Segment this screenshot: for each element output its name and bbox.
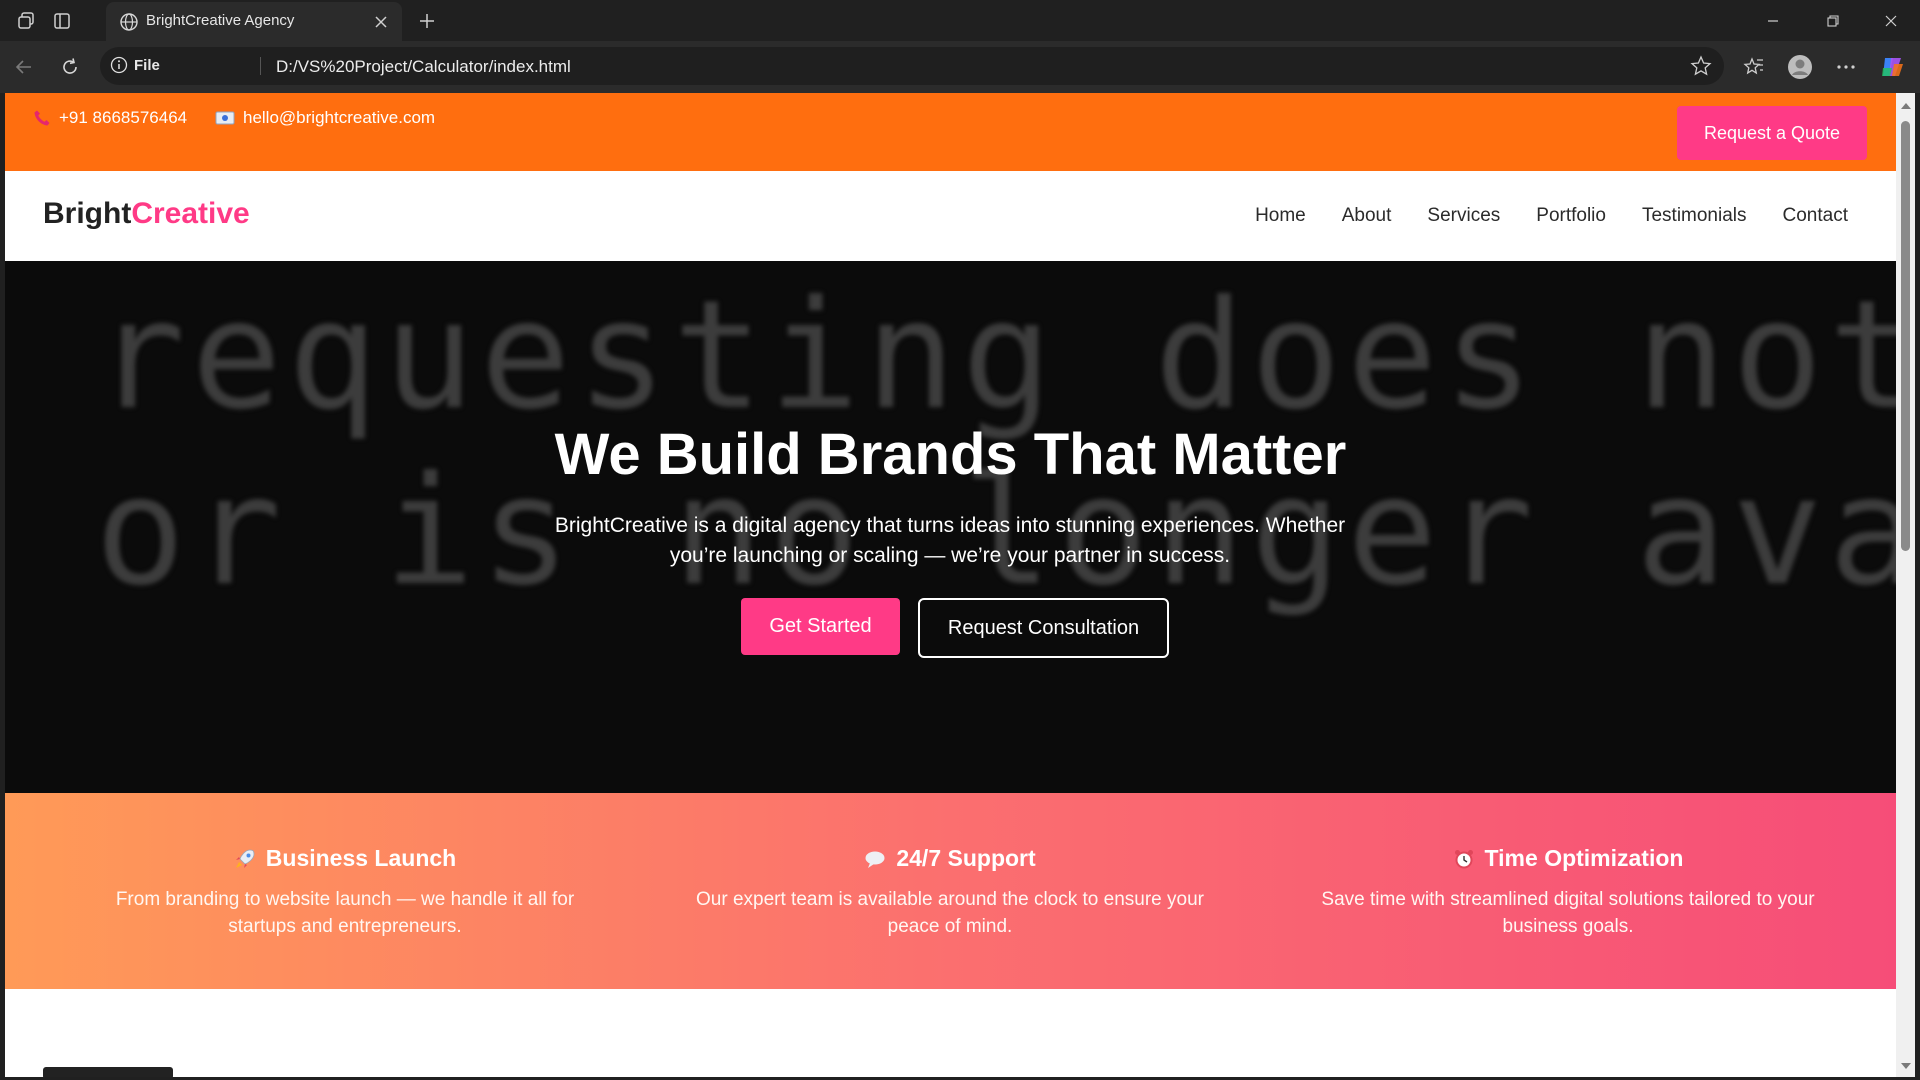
feature-card: 24/7 Support Our expert team is availabl…: [670, 793, 1230, 940]
get-started-button[interactable]: Get Started: [741, 598, 900, 655]
close-window-icon[interactable]: [1868, 5, 1914, 37]
page-scrollbar[interactable]: [1896, 93, 1915, 1077]
logo-text-bright: Bright: [43, 197, 132, 230]
nav-link-contact[interactable]: Contact: [1783, 205, 1848, 227]
brand-logo[interactable]: BrightCreative: [43, 197, 250, 231]
phone-contact[interactable]: +91 8668576464: [33, 108, 187, 128]
restore-icon[interactable]: [1810, 5, 1856, 37]
nav-link-testimonials[interactable]: Testimonials: [1642, 205, 1747, 227]
hero-subtitle: BrightCreative is a digital agency that …: [554, 514, 1346, 567]
globe-icon: [120, 13, 138, 31]
browser-tab-strip: BrightCreative Agency: [0, 0, 1920, 41]
envelope-icon: [215, 111, 235, 125]
site-info[interactable]: File: [110, 56, 160, 74]
url-field[interactable]: File D:/VS%20Project/Calculator/index.ht…: [100, 47, 1724, 85]
new-tab-icon[interactable]: [414, 8, 440, 34]
info-icon: [110, 56, 128, 74]
request-quote-button[interactable]: Request a Quote: [1677, 106, 1867, 160]
phone-icon: [34, 110, 50, 126]
close-icon[interactable]: [368, 9, 394, 35]
profile-icon[interactable]: [1786, 53, 1814, 81]
copilot-icon[interactable]: [1878, 53, 1906, 81]
address-bar: File D:/VS%20Project/Calculator/index.ht…: [0, 41, 1920, 93]
phone-number: +91 8668576464: [59, 108, 188, 127]
nav-link-home[interactable]: Home: [1255, 205, 1306, 227]
hero-title: We Build Brands That Matter: [554, 422, 1347, 487]
rocket-icon: [235, 849, 255, 868]
minimize-icon[interactable]: [1750, 5, 1796, 37]
favorites-icon[interactable]: [1740, 53, 1768, 81]
feature-title: Business Launch: [265, 845, 457, 871]
feature-description: Save time with streamlined digital solut…: [1321, 889, 1815, 937]
scrollbar-thumb[interactable]: [1901, 121, 1910, 551]
scroll-up-icon[interactable]: [1901, 103, 1911, 109]
back-icon[interactable]: [10, 53, 38, 81]
feature-card: Business Launch From branding to website…: [65, 793, 625, 940]
next-section-heading-cutoff: [43, 1067, 173, 1077]
active-tab[interactable]: BrightCreative Agency: [106, 2, 402, 41]
feature-description: Our expert team is available around the …: [696, 889, 1204, 937]
email-contact[interactable]: hello@brightcreative.com: [215, 108, 435, 128]
tab-title: BrightCreative Agency: [146, 12, 295, 29]
nav-link-about[interactable]: About: [1342, 205, 1392, 227]
vertical-tabs-icon[interactable]: [50, 9, 74, 33]
hero-background-text-line1: requesting does not exist: [95, 269, 1896, 443]
divider: [260, 57, 261, 75]
nav-link-portfolio[interactable]: Portfolio: [1536, 205, 1606, 227]
nav-links: Home About Services Portfolio Testimonia…: [1255, 205, 1848, 227]
email-address: hello@brightcreative.com: [243, 108, 436, 127]
features-section: Business Launch From branding to website…: [5, 793, 1896, 989]
star-icon[interactable]: [1690, 55, 1712, 77]
more-icon[interactable]: [1832, 53, 1860, 81]
main-navbar: BrightCreative Home About Services Portf…: [5, 171, 1896, 261]
reload-icon[interactable]: [56, 53, 84, 81]
nav-link-services[interactable]: Services: [1427, 205, 1500, 227]
feature-title: Time Optimization: [1484, 845, 1684, 871]
scroll-down-icon[interactable]: [1901, 1063, 1911, 1069]
speech-bubble-icon: [865, 851, 885, 868]
top-contact-bar: +91 8668576464 hello@brightcreative.com …: [5, 93, 1896, 171]
workspaces-icon[interactable]: [14, 9, 38, 33]
url-text: D:/VS%20Project/Calculator/index.html: [276, 57, 571, 76]
logo-text-creative: Creative: [131, 197, 250, 230]
file-label: File: [134, 56, 160, 74]
alarm-clock-icon: [1454, 849, 1473, 868]
page-viewport: +91 8668576464 hello@brightcreative.com …: [5, 93, 1896, 1077]
request-consultation-button[interactable]: Request Consultation: [918, 598, 1169, 658]
feature-card: Time Optimization Save time with streaml…: [1288, 793, 1848, 940]
hero-section: requesting does not exist or is no longe…: [5, 261, 1896, 793]
feature-title: 24/7 Support: [896, 845, 1036, 871]
feature-description: From branding to website launch — we han…: [115, 889, 575, 937]
